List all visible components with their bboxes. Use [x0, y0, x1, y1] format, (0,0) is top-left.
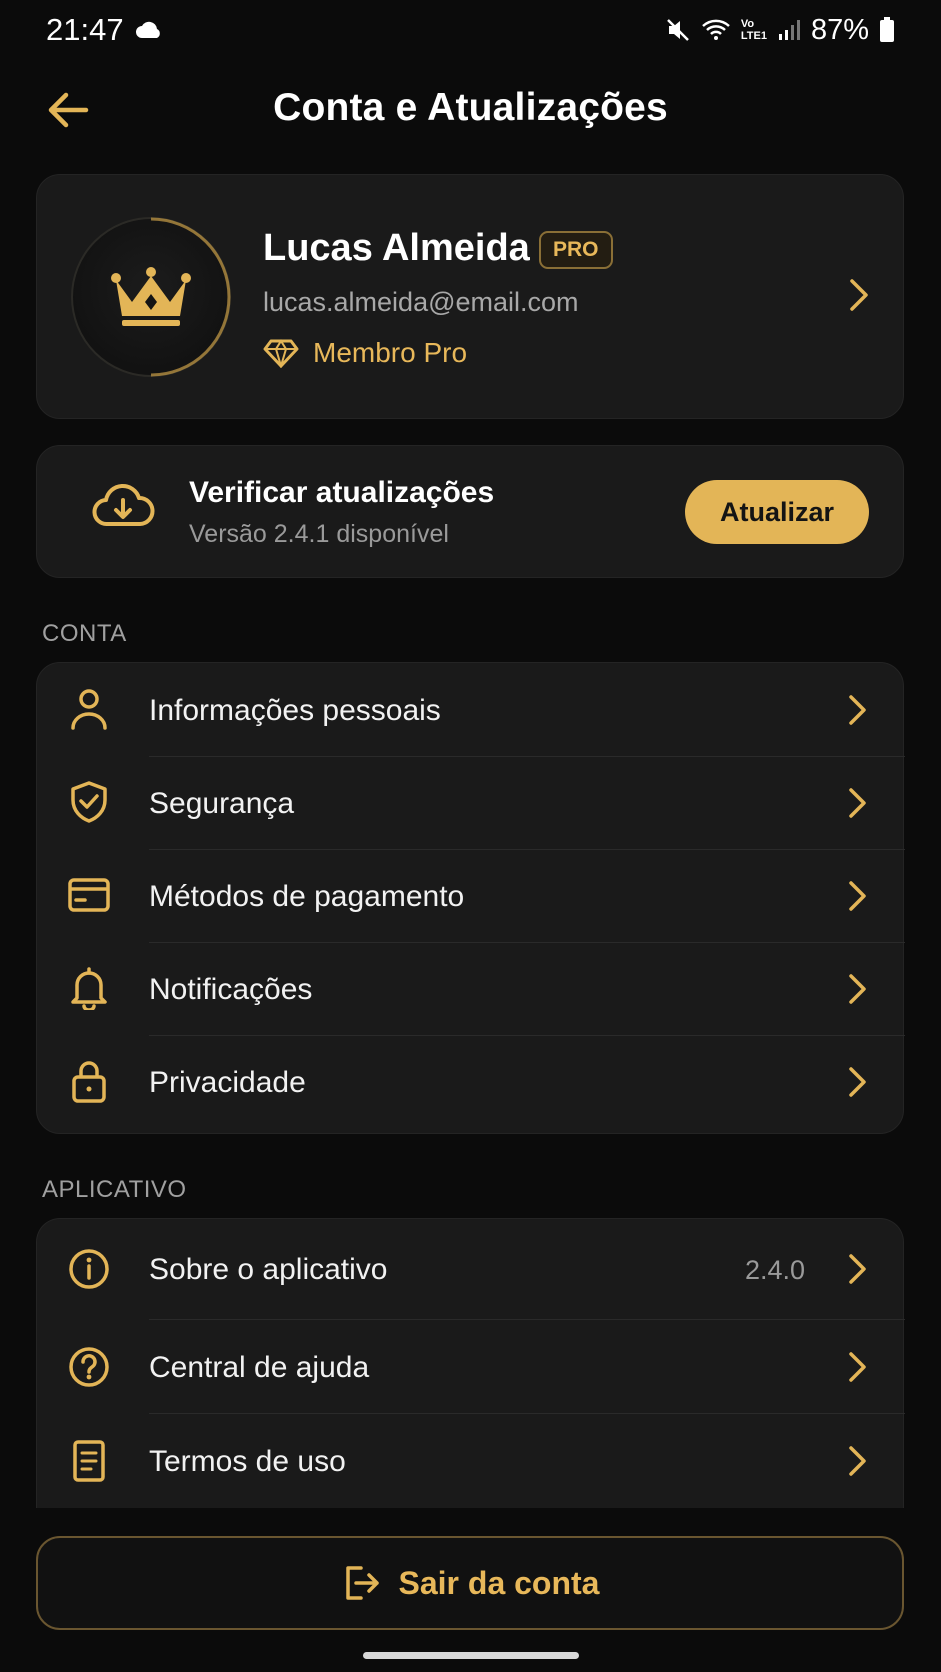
bell-icon	[67, 966, 111, 1010]
update-title: Verificar atualizações	[189, 476, 495, 509]
volte-icon: Vo LTE1	[740, 18, 767, 42]
profile-email: lucas.almeida@email.com	[263, 287, 579, 317]
credit-card-icon	[67, 873, 111, 917]
chevron-right-icon	[849, 1067, 866, 1097]
list-item-informacoes-pessoais[interactable]: Informações pessoais	[37, 663, 905, 756]
logout-button[interactable]: Sair da conta	[36, 1536, 904, 1630]
list-item-sobre-aplicativo[interactable]: Sobre o aplicativo 2.4.0	[37, 1219, 905, 1319]
update-subtitle: Versão 2.4.1 disponível	[189, 520, 449, 548]
logout-label: Sair da conta	[398, 1564, 600, 1601]
list-item-central-ajuda[interactable]: Central de ajuda	[37, 1319, 905, 1413]
page-title: Conta e Atualizações	[273, 86, 668, 129]
cloud-download-icon	[92, 483, 155, 526]
chevron-right-icon	[849, 881, 866, 911]
signal-icon	[778, 20, 800, 40]
chevron-right-icon	[849, 974, 866, 1004]
home-indicator[interactable]	[363, 1652, 579, 1659]
logout-icon	[345, 1566, 379, 1600]
update-card: Verificar atualizações Versão 2.4.1 disp…	[36, 445, 904, 578]
info-icon	[67, 1247, 111, 1291]
section-label-aplicativo: APLICATIVO	[42, 1176, 187, 1203]
list-item-notificacoes[interactable]: Notificações	[37, 942, 905, 1035]
list-item-termos-uso[interactable]: Termos de uso	[37, 1413, 905, 1509]
chevron-right-icon	[849, 1254, 866, 1284]
list-item-metodos-pagamento[interactable]: Métodos de pagamento	[37, 849, 905, 942]
list-item-label: Segurança	[149, 787, 295, 820]
status-time: 21:47	[46, 12, 124, 47]
status-right: Vo LTE1 87%	[665, 14, 895, 47]
avatar-ring	[150, 217, 231, 377]
chevron-right-icon	[849, 1446, 866, 1476]
chevron-right-icon	[849, 695, 866, 725]
help-icon	[67, 1345, 111, 1389]
list-item-label: Central de ajuda	[149, 1351, 370, 1384]
document-icon	[67, 1439, 111, 1483]
avatar	[71, 217, 231, 377]
update-button[interactable]: Atualizar	[685, 480, 869, 544]
lock-icon	[67, 1059, 111, 1103]
status-left: 21:47	[46, 12, 162, 48]
chevron-right-icon	[849, 788, 866, 818]
list-item-label: Informações pessoais	[149, 694, 441, 727]
app-header: Conta e Atualizações	[0, 70, 941, 150]
list-item-label: Notificações	[149, 973, 313, 1006]
shield-check-icon	[67, 780, 111, 824]
list-item-label: Termos de uso	[149, 1445, 346, 1478]
account-settings-list: Informações pessoais Segurança Métodos d…	[36, 662, 905, 1135]
battery-percent: 87%	[810, 13, 869, 46]
diamond-icon	[263, 339, 299, 368]
battery-icon	[880, 17, 894, 42]
membership-row: Membro Pro	[263, 337, 467, 369]
app-version-value: 2.4.0	[744, 1255, 805, 1285]
list-item-label: Privacidade	[149, 1066, 306, 1099]
list-item-label: Métodos de pagamento	[149, 880, 465, 913]
list-item-label: Sobre o aplicativo	[149, 1253, 388, 1286]
chevron-right-icon	[849, 1352, 866, 1382]
status-bar: 21:47 Vo LTE1 87%	[0, 0, 941, 60]
app-settings-list: Sobre o aplicativo 2.4.0 Central de ajud…	[36, 1218, 905, 1509]
profile-card[interactable]: Lucas Almeida PRO lucas.almeida@email.co…	[36, 174, 904, 419]
user-icon	[67, 687, 111, 731]
chevron-right-icon	[850, 279, 868, 311]
scroll-fade	[36, 1508, 904, 1528]
mute-icon	[666, 19, 689, 41]
pro-badge: PRO	[539, 231, 613, 269]
cloud-icon	[135, 21, 160, 38]
list-item-privacidade[interactable]: Privacidade	[37, 1035, 905, 1135]
profile-name: Lucas Almeida	[263, 227, 530, 269]
list-item-seguranca[interactable]: Segurança	[37, 756, 905, 849]
wifi-icon	[702, 19, 730, 40]
membership-label: Membro Pro	[313, 337, 468, 368]
section-label-conta: CONTA	[42, 620, 127, 647]
